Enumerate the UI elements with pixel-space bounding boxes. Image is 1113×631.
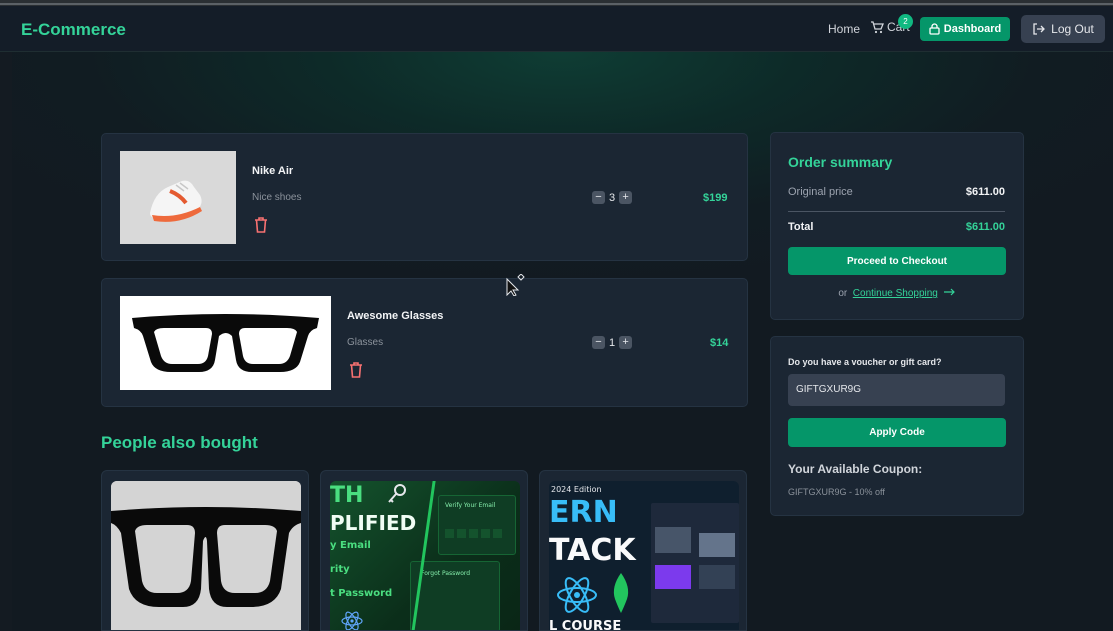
quantity-value: 1 — [609, 336, 616, 349]
product-image-glasses — [120, 296, 331, 390]
apply-code-button[interactable]: Apply Code — [788, 418, 1006, 447]
course-title-line2: TACK — [549, 533, 636, 568]
course-title-line1: ERN — [549, 495, 618, 530]
people-also-bought-title: People also bought — [101, 433, 258, 452]
mouse-cursor-icon — [506, 274, 525, 296]
order-summary-panel: Order summary Original price $611.00 Tot… — [770, 132, 1024, 320]
window-left-edge — [0, 6, 12, 631]
lock-icon — [929, 23, 940, 35]
recommended-product-card[interactable]: TH PLIFIED y Email rity t Password Verif… — [320, 470, 528, 631]
item-description: Nice shoes — [252, 192, 302, 203]
verify-email-panel: Verify Your Email — [438, 495, 516, 555]
mongodb-leaf-icon — [613, 573, 629, 613]
available-coupon-title: Your Available Coupon: — [788, 462, 923, 476]
recommended-product-image-glasses — [111, 481, 301, 630]
logout-button[interactable]: Log Out — [1021, 15, 1105, 43]
forgot-password-panel-title: Forgot Password — [421, 570, 471, 577]
dashboard-label: Dashboard — [943, 23, 1002, 35]
original-price-label: Original price — [788, 186, 853, 198]
available-coupon-text: GIFTGXUR9G - 10% off — [788, 487, 885, 497]
item-price: $14 — [710, 337, 729, 349]
voucher-code-input[interactable]: GIFTGXUR9G — [788, 374, 1005, 406]
cart-item: Nike Air Nice shoes − 3 + $199 — [101, 133, 748, 261]
total-row: Total $611.00 — [788, 221, 1005, 233]
forgot-password-panel: Forgot Password — [410, 561, 500, 630]
original-price-row: Original price $611.00 — [788, 186, 1005, 198]
item-price: $199 — [703, 192, 728, 204]
item-name[interactable]: Nike Air — [252, 165, 293, 177]
course-point-1: y Email — [330, 540, 371, 551]
course-bottom-text: L COURSE — [549, 619, 622, 631]
recommended-product-image-mern-course: 2024 Edition ERN TACK L COURSE — [549, 481, 739, 631]
verify-email-panel-title: Verify Your Email — [445, 502, 496, 509]
logout-icon — [1033, 23, 1046, 35]
or-text: or — [838, 288, 848, 299]
proceed-to-checkout-button[interactable]: Proceed to Checkout — [788, 247, 1006, 275]
trash-icon[interactable] — [348, 361, 364, 379]
increase-quantity-button[interactable]: + — [619, 191, 633, 204]
key-icon — [388, 484, 406, 503]
cart-count-badge: 2 — [898, 14, 913, 29]
course-screenshot-panel — [651, 503, 739, 623]
product-image-shoe — [120, 151, 236, 244]
cart-item: Awesome Glasses Glasses − 1 + $14 — [101, 278, 748, 407]
react-icon — [557, 577, 597, 613]
course-point-3: t Password — [330, 588, 393, 599]
increase-quantity-button[interactable]: + — [619, 336, 633, 349]
item-name[interactable]: Awesome Glasses — [347, 310, 443, 322]
react-icon — [341, 611, 363, 630]
voucher-question: Do you have a voucher or gift card? — [788, 357, 942, 367]
quantity-stepper: − 1 + — [592, 336, 633, 349]
decrease-quantity-button[interactable]: − — [592, 336, 605, 349]
original-price-value: $611.00 — [965, 186, 1005, 198]
decrease-quantity-button[interactable]: − — [592, 191, 605, 204]
brand-logo[interactable]: E-Commerce — [21, 20, 126, 40]
course-title-line2: PLIFIED — [330, 511, 417, 535]
continue-shopping-row: or Continue Shopping — [771, 288, 1023, 299]
arrow-right-icon — [943, 288, 955, 296]
course-point-2: rity — [330, 564, 350, 575]
item-description: Glasses — [347, 337, 384, 348]
navbar: E-Commerce Home Cart 2 Dashboard Log Out — [0, 6, 1113, 52]
voucher-panel: Do you have a voucher or gift card? GIFT… — [770, 336, 1024, 516]
total-value: $611.00 — [965, 221, 1005, 233]
nav-home-link[interactable]: Home — [828, 22, 860, 36]
order-summary-title: Order summary — [788, 154, 893, 170]
course-edition: 2024 Edition — [551, 485, 602, 494]
logout-label: Log Out — [1051, 22, 1094, 36]
total-label: Total — [788, 221, 814, 233]
summary-divider — [788, 211, 1005, 212]
dashboard-button[interactable]: Dashboard — [920, 17, 1010, 41]
recommended-product-card[interactable] — [101, 470, 309, 631]
cart-icon — [871, 20, 884, 33]
recommended-product-card[interactable]: 2024 Edition ERN TACK L COURSE — [539, 470, 747, 631]
quantity-stepper: − 3 + — [592, 191, 633, 204]
course-title-line1: TH — [330, 483, 364, 508]
trash-icon[interactable] — [253, 216, 269, 234]
recommended-product-image-auth-course: TH PLIFIED y Email rity t Password Verif… — [330, 481, 520, 630]
quantity-value: 3 — [609, 191, 616, 204]
continue-shopping-link[interactable]: Continue Shopping — [853, 288, 938, 299]
